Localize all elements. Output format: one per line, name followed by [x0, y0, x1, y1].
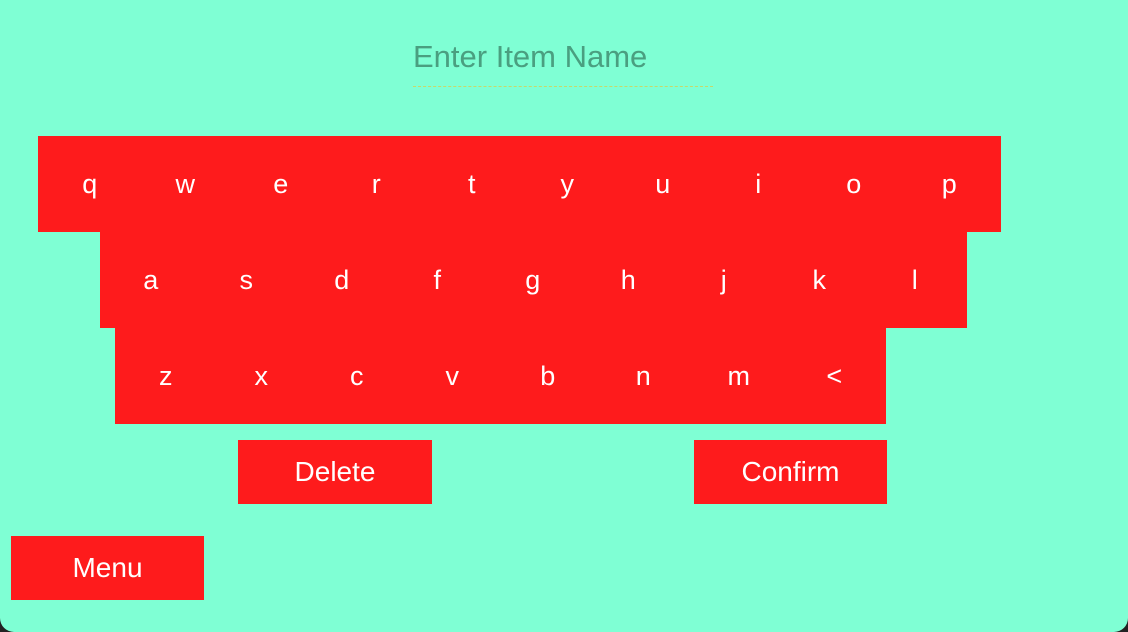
key-v[interactable]: v [405, 328, 501, 424]
input-underline [413, 86, 713, 87]
key-x[interactable]: x [214, 328, 310, 424]
delete-button[interactable]: Delete [238, 440, 432, 504]
key-j[interactable]: j [676, 232, 772, 328]
keyboard-row-2: a s d f g h j k l [100, 232, 967, 328]
key-d[interactable]: d [294, 232, 390, 328]
key-t[interactable]: t [424, 136, 520, 232]
key-a[interactable]: a [103, 232, 199, 328]
confirm-button[interactable]: Confirm [694, 440, 887, 504]
key-f[interactable]: f [390, 232, 486, 328]
item-name-field [413, 30, 713, 88]
keyboard-row-1: q w e r t y u i o p [38, 136, 1001, 232]
key-u[interactable]: u [615, 136, 711, 232]
keyboard-row-3: z x c v b n m < [115, 328, 886, 424]
key-w[interactable]: w [138, 136, 234, 232]
key-n[interactable]: n [596, 328, 692, 424]
key-g[interactable]: g [485, 232, 581, 328]
key-l[interactable]: l [867, 232, 963, 328]
key-h[interactable]: h [581, 232, 677, 328]
key-i[interactable]: i [711, 136, 807, 232]
key-b[interactable]: b [500, 328, 596, 424]
menu-button[interactable]: Menu [11, 536, 204, 600]
key-r[interactable]: r [329, 136, 425, 232]
key-e[interactable]: e [233, 136, 329, 232]
key-z[interactable]: z [118, 328, 214, 424]
key-p[interactable]: p [902, 136, 998, 232]
key-k[interactable]: k [772, 232, 868, 328]
key-backspace[interactable]: < [787, 328, 883, 424]
key-o[interactable]: o [806, 136, 902, 232]
key-c[interactable]: c [309, 328, 405, 424]
key-m[interactable]: m [691, 328, 787, 424]
item-name-input[interactable] [413, 30, 713, 84]
key-q[interactable]: q [42, 136, 138, 232]
item-name-screen: q w e r t y u i o p a s d f g h j k l z … [0, 0, 1128, 632]
key-s[interactable]: s [199, 232, 295, 328]
key-y[interactable]: y [520, 136, 616, 232]
